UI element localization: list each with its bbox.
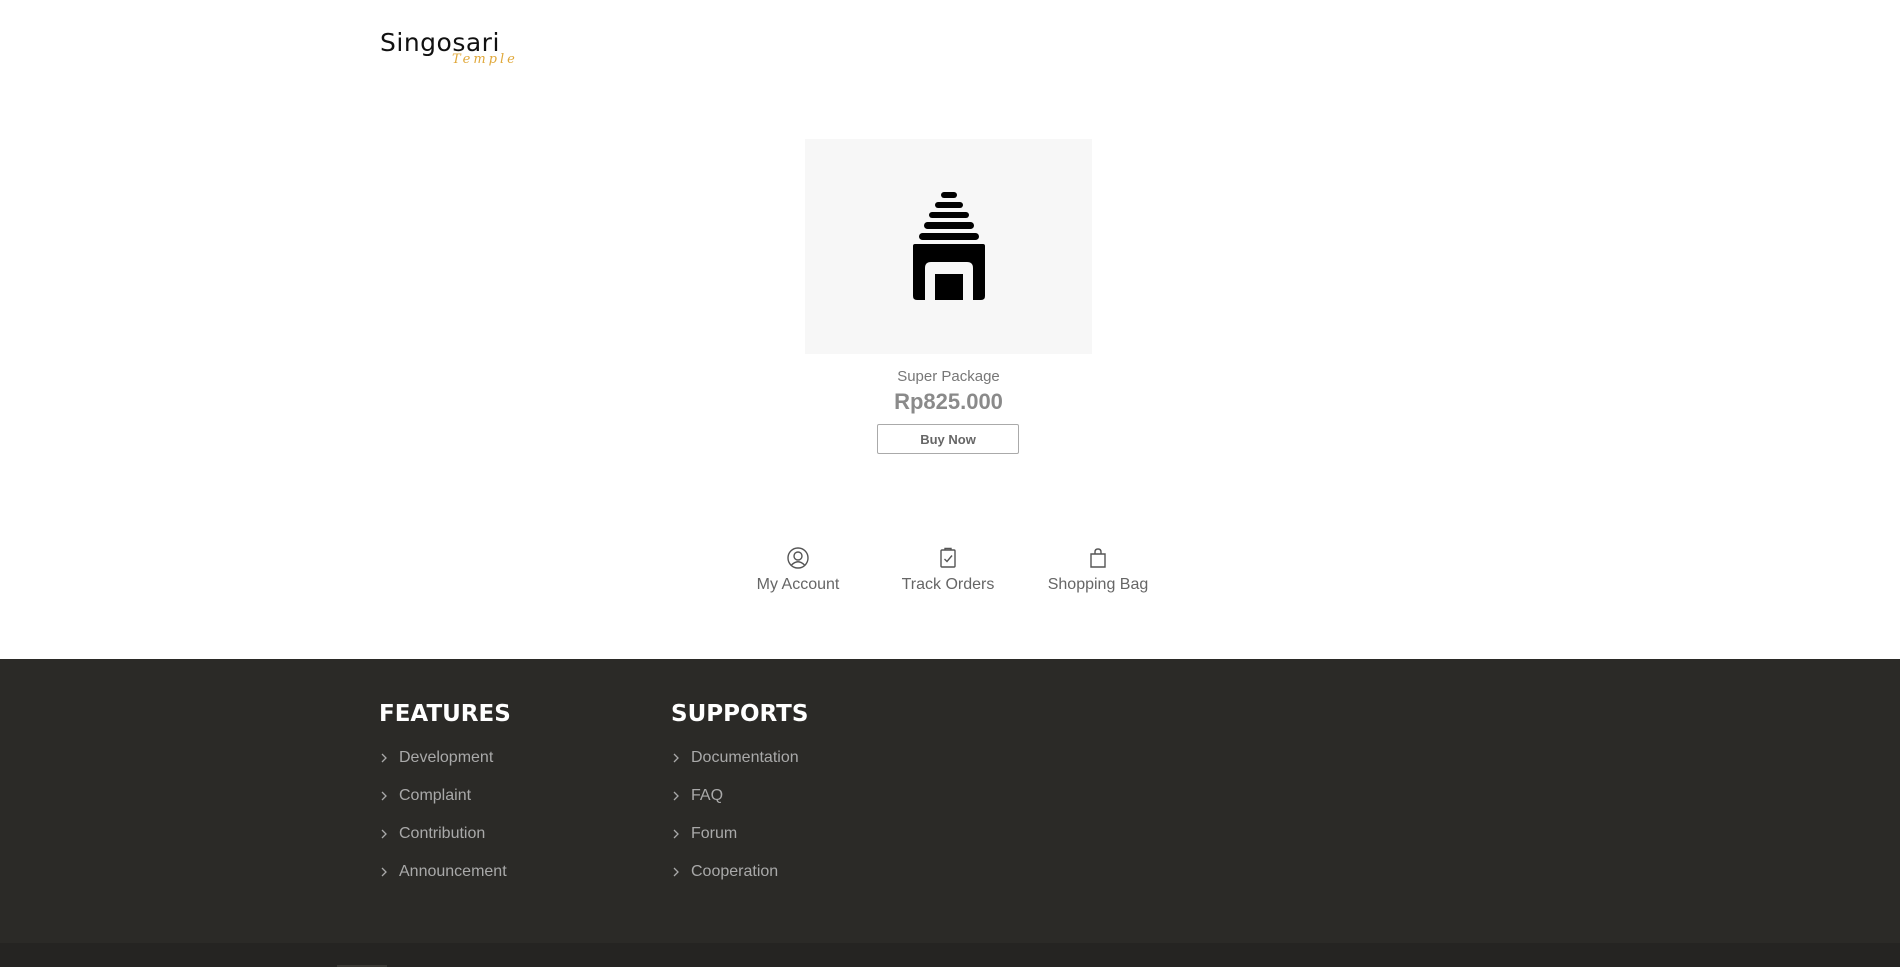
footer-link-announcement[interactable]: Announcement [379, 861, 511, 899]
footer-link-complaint[interactable]: Complaint [379, 785, 511, 823]
shopping-bag-icon [1090, 548, 1106, 568]
footer-link-cooperation[interactable]: Cooperation [671, 861, 808, 899]
chevron-right-icon [381, 829, 387, 839]
footer-link-development[interactable]: Development [379, 747, 511, 785]
page: Singosari Temple Super Package Rp825.000… [0, 0, 1900, 967]
chevron-right-icon [673, 753, 679, 763]
chevron-right-icon [381, 791, 387, 801]
track-orders-label: Track Orders [901, 576, 995, 593]
product-name[interactable]: Super Package [805, 366, 1092, 388]
chevron-right-icon [673, 867, 679, 877]
chevron-right-icon [381, 753, 387, 763]
footer-link-label: Cooperation [691, 863, 779, 880]
features-list: Development Complaint Contribution Annou… [379, 747, 511, 899]
chevron-right-icon [381, 867, 387, 877]
my-account-label: My Account [756, 576, 840, 593]
supports-column: SUPPORTS Documentation FAQ Forum Coopera… [671, 699, 808, 899]
footer-link-label: Documentation [691, 749, 799, 766]
logo-subtext: Temple [452, 52, 518, 67]
footer-link-forum[interactable]: Forum [671, 823, 808, 861]
footer-link-label: Development [399, 749, 494, 766]
footer-link-contribution[interactable]: Contribution [379, 823, 511, 861]
site-logo[interactable]: Singosari Temple [380, 28, 520, 70]
buy-now-button[interactable]: Buy Now [877, 424, 1019, 454]
temple-icon [913, 192, 985, 300]
footer: FEATURES Development Complaint Contribut… [0, 659, 1900, 943]
footer-link-label: FAQ [691, 787, 724, 804]
footer-link-label: Complaint [399, 787, 472, 804]
footer-link-documentation[interactable]: Documentation [671, 747, 808, 785]
features-column: FEATURES Development Complaint Contribut… [379, 699, 511, 899]
footer-link-label: Announcement [399, 863, 507, 880]
shopping-bag-label: Shopping Bag [1047, 576, 1149, 593]
footer-link-label: Forum [691, 825, 738, 842]
footer-link-label: Contribution [399, 825, 486, 842]
clipboard-check-icon [940, 547, 956, 568]
features-heading: FEATURES [379, 701, 511, 727]
product-image[interactable] [805, 139, 1092, 354]
track-orders-link[interactable]: Track Orders [883, 546, 1013, 596]
chevron-right-icon [673, 791, 679, 801]
user-circle-icon [787, 547, 809, 569]
footer-link-faq[interactable]: FAQ [671, 785, 808, 823]
shopping-bag-link[interactable]: Shopping Bag [1033, 546, 1163, 596]
footer-bottom-bar [0, 943, 1900, 967]
chevron-right-icon [673, 829, 679, 839]
product-price: Rp825.000 [894, 389, 1003, 414]
my-account-link[interactable]: My Account [733, 546, 863, 596]
supports-list: Documentation FAQ Forum Cooperation [671, 747, 808, 899]
supports-heading: SUPPORTS [671, 701, 809, 727]
